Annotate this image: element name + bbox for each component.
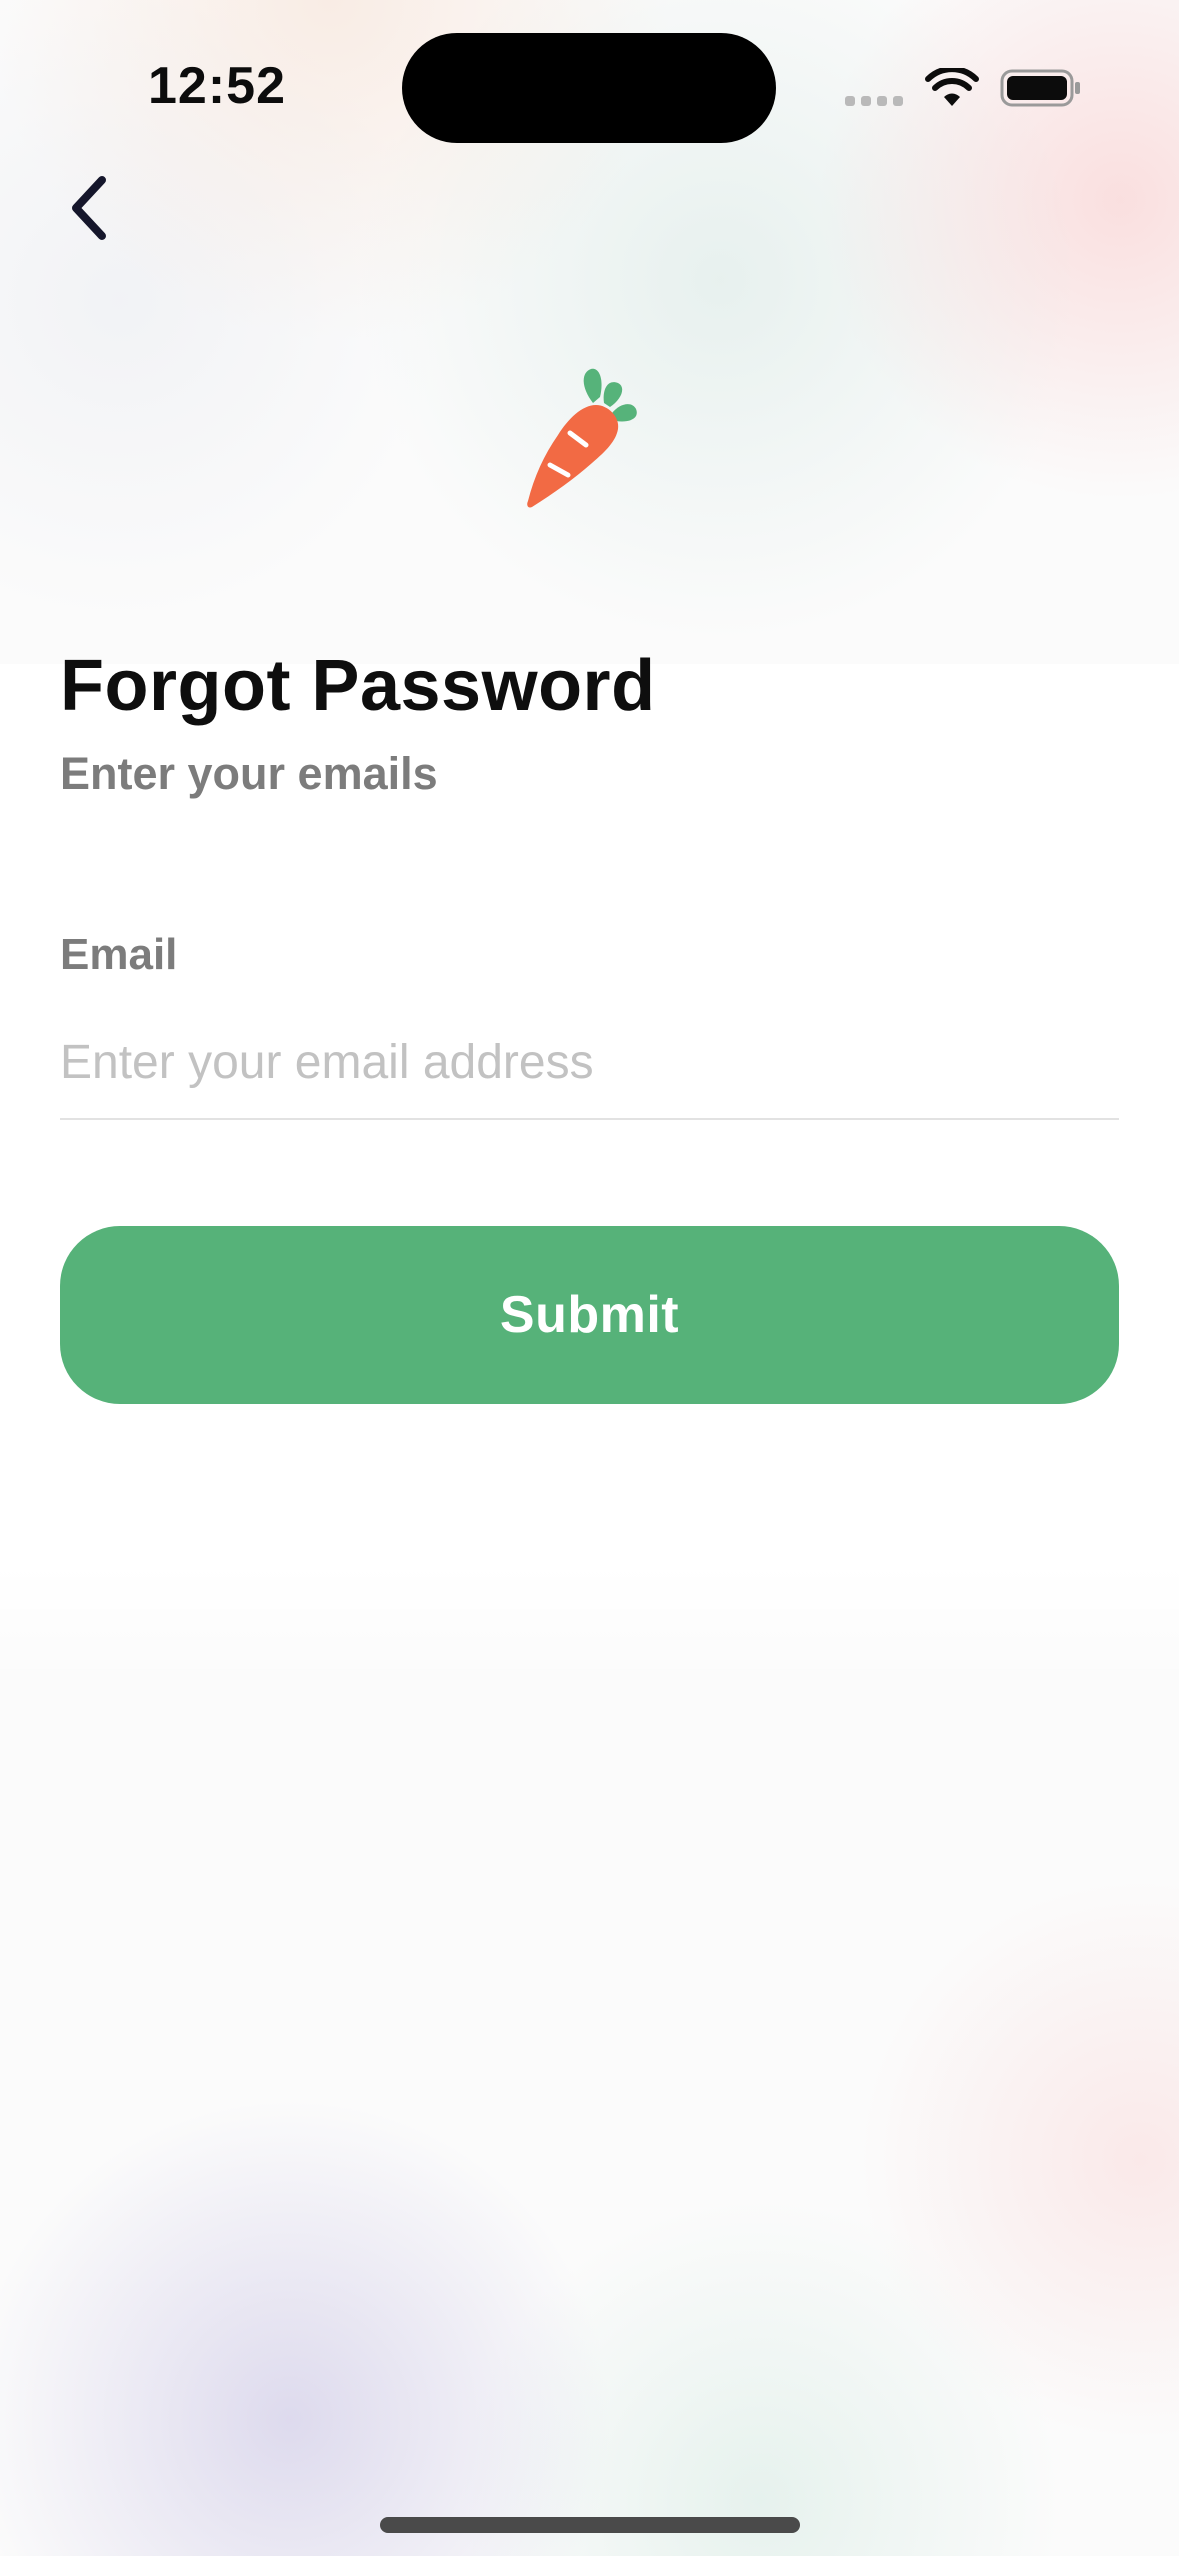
page-subtitle: Enter your emails <box>60 748 438 799</box>
page-title: Forgot Password <box>60 646 656 726</box>
status-bar: 12:52 <box>0 0 1179 150</box>
home-indicator <box>380 2517 800 2533</box>
submit-button[interactable]: Submit <box>60 1226 1119 1404</box>
carrot-icon <box>527 368 637 508</box>
status-time: 12:52 <box>148 57 286 115</box>
battery-icon <box>1000 69 1080 107</box>
email-label: Email <box>60 930 178 979</box>
email-field[interactable] <box>60 1030 1119 1120</box>
wifi-icon <box>925 68 979 106</box>
chevron-left-icon <box>72 176 106 240</box>
back-button[interactable] <box>58 168 122 248</box>
forgot-password-form: Forgot Password Enter your emails Email … <box>60 636 1119 1404</box>
dynamic-island <box>402 33 776 143</box>
signal-dots-icon <box>845 96 905 106</box>
